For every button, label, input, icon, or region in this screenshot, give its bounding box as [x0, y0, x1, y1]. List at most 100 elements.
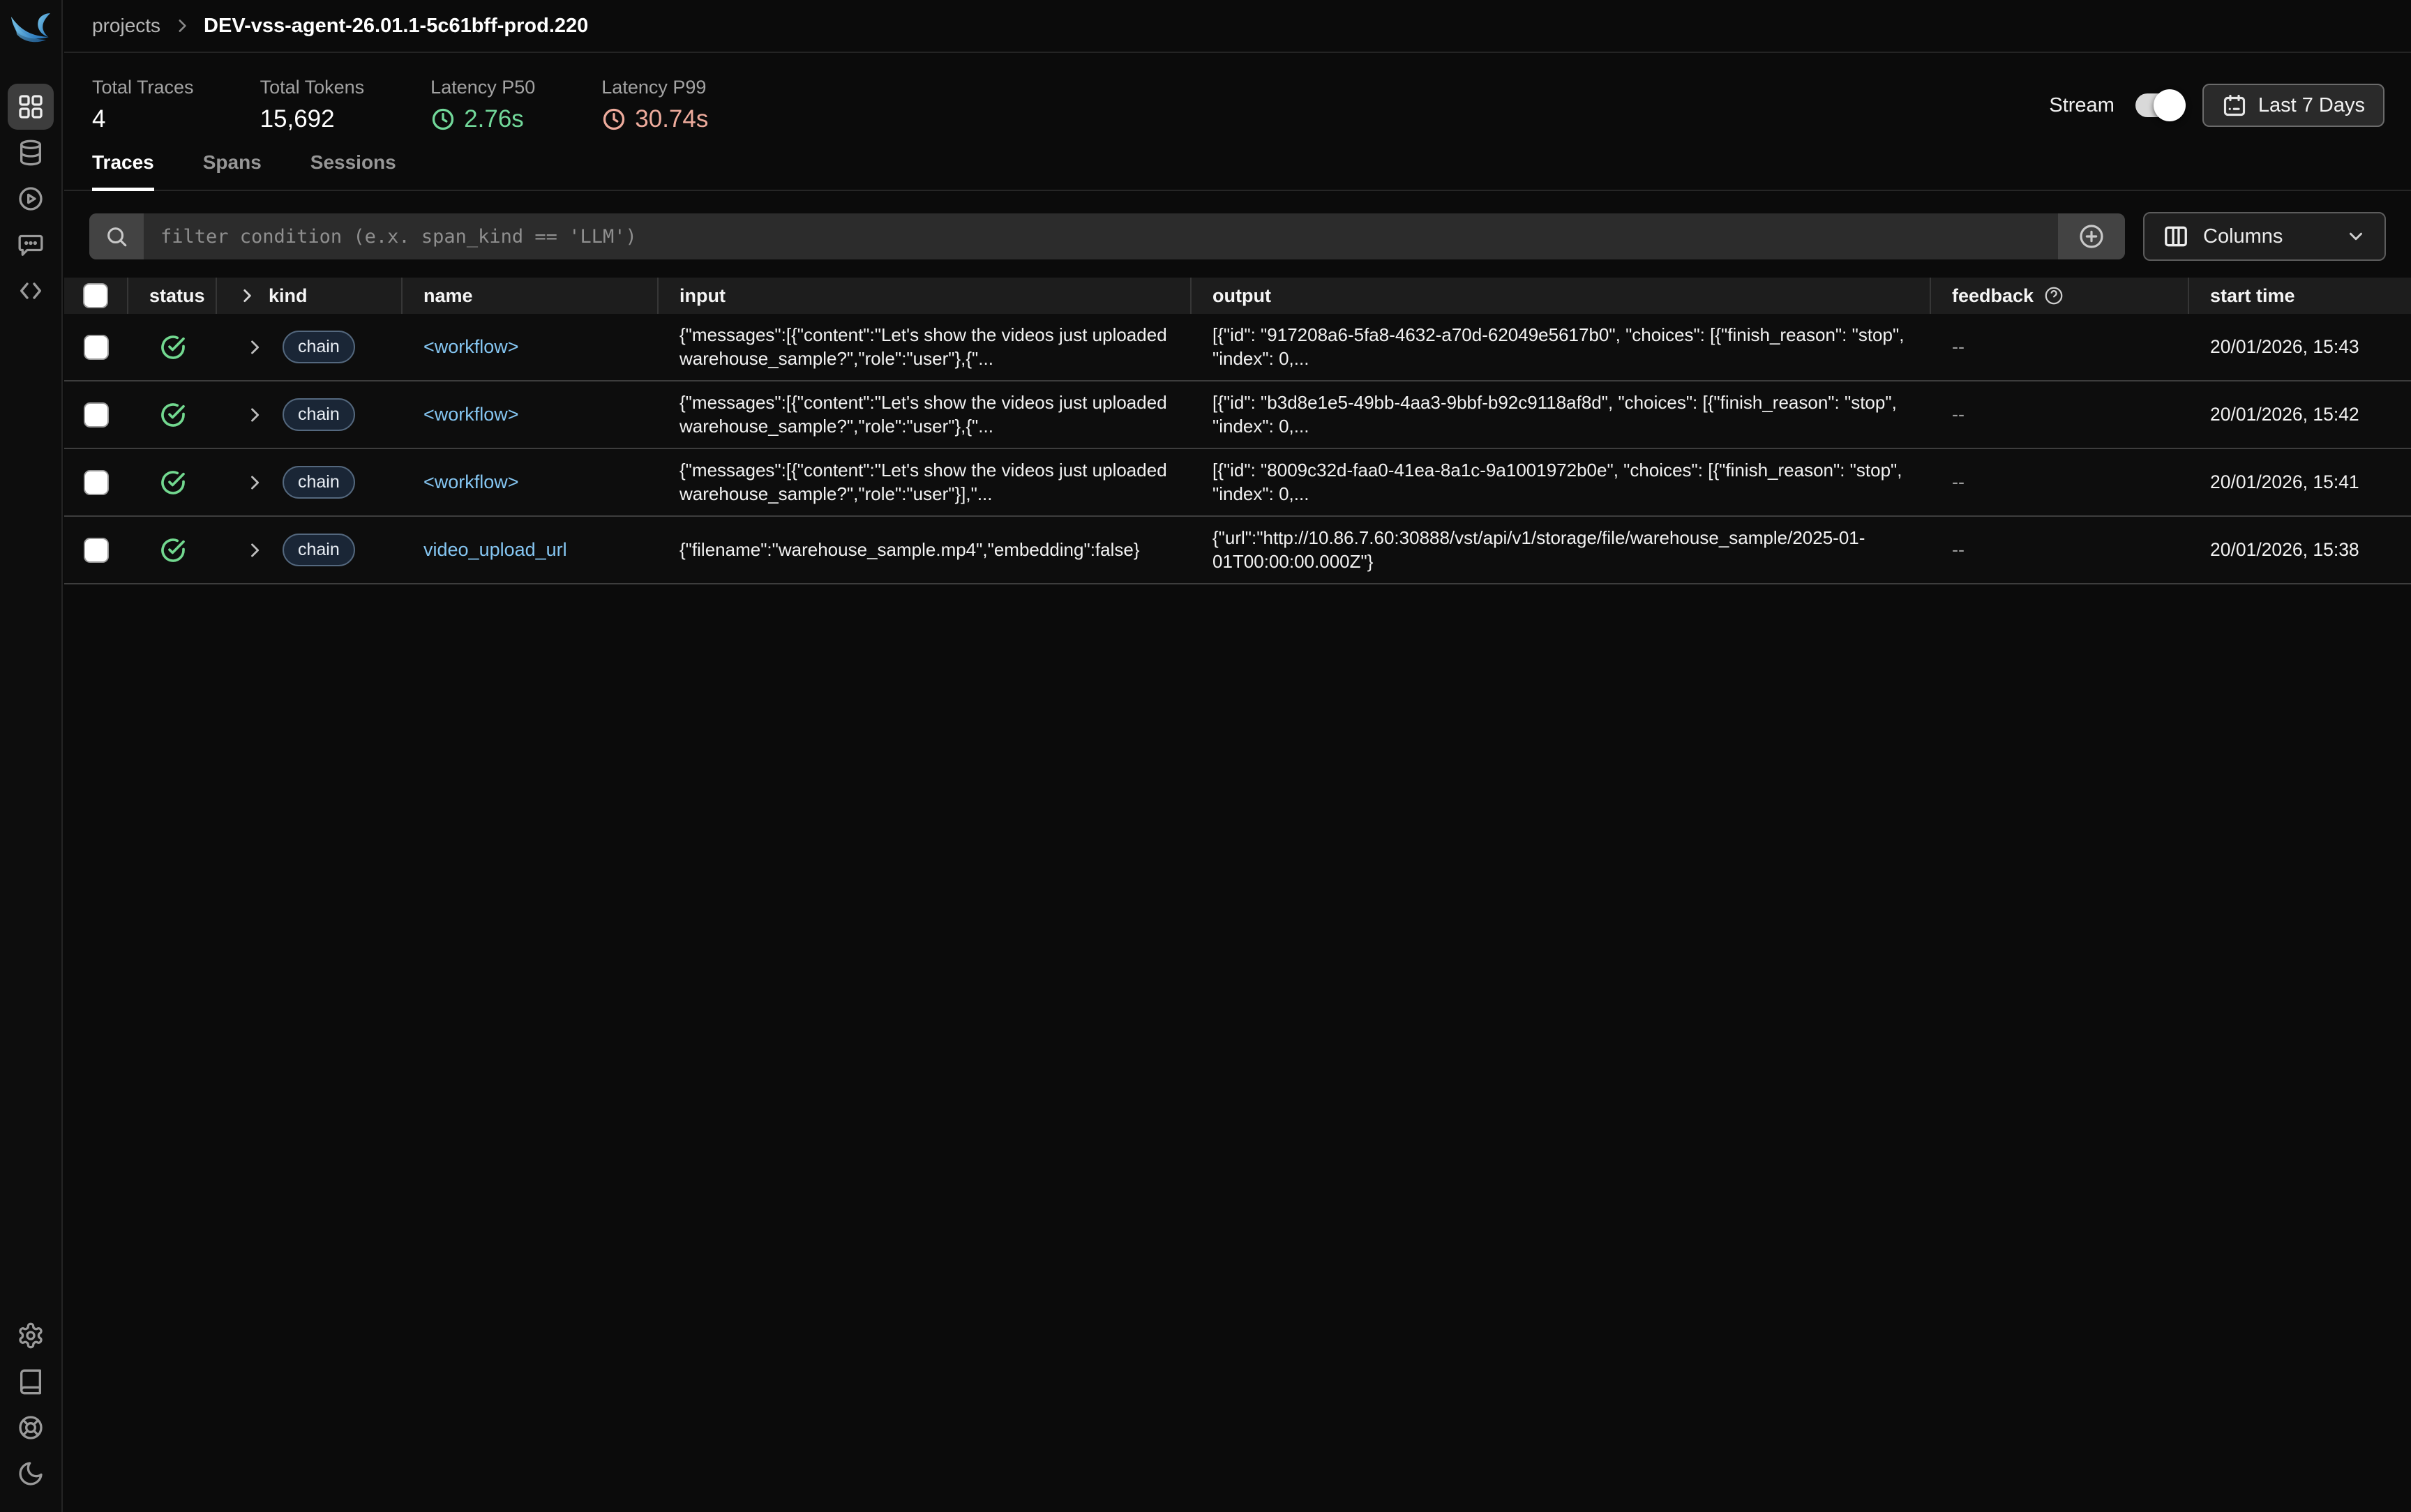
sidebar-item-docs[interactable]: [8, 1359, 54, 1405]
database-icon: [17, 139, 45, 167]
expand-row-icon[interactable]: [245, 473, 264, 492]
chevron-right-icon: [238, 287, 256, 305]
table-row[interactable]: chain <workflow> {"messages":[{"content"…: [64, 381, 2411, 449]
latency-p50-value: 2.76s: [464, 105, 524, 133]
status-success-icon: [159, 401, 187, 429]
row-checkbox[interactable]: [84, 470, 109, 495]
column-header-feedback[interactable]: feedback: [1931, 278, 2189, 314]
traces-table: status kind name input output feedback s…: [64, 278, 2411, 584]
feedback-cell: --: [1931, 471, 2189, 493]
header-controls: Stream Last 7 Days: [2049, 84, 2384, 127]
question-circle-icon: [2043, 285, 2064, 306]
sidebar-nav: [8, 84, 54, 314]
feedback-cell: --: [1931, 404, 2189, 425]
expand-row-icon[interactable]: [245, 338, 264, 357]
sidebar-item-support[interactable]: [8, 1405, 54, 1451]
stat-total-tokens: Total Tokens 15,692: [260, 77, 365, 133]
toggle-knob: [2154, 89, 2186, 121]
tab-traces[interactable]: Traces: [92, 151, 154, 191]
columns-icon: [2163, 223, 2189, 250]
input-cell: {"filename":"warehouse_sample.mp4","embe…: [659, 538, 1192, 561]
table-row[interactable]: chain <workflow> {"messages":[{"content"…: [64, 314, 2411, 381]
stat-total-traces: Total Traces 4: [92, 77, 194, 133]
table-row[interactable]: chain <workflow> {"messages":[{"content"…: [64, 449, 2411, 517]
chevron-right-icon: [173, 17, 191, 35]
column-header-name[interactable]: name: [403, 278, 659, 314]
stat-label: Total Traces: [92, 77, 194, 98]
tab-bar: Traces Spans Sessions: [64, 151, 2411, 191]
stat-value: 15,692: [260, 105, 365, 133]
table-header: status kind name input output feedback s…: [64, 278, 2411, 314]
filter-search-cap: [89, 213, 144, 259]
sidebar-item-theme[interactable]: [8, 1451, 54, 1497]
feedback-cell: --: [1931, 539, 2189, 561]
output-cell: {"url":"http://10.86.7.60:30888/vst/api/…: [1192, 527, 1931, 573]
input-cell: {"messages":[{"content":"Let's show the …: [659, 324, 1192, 370]
column-header-status[interactable]: status: [128, 278, 217, 314]
latency-p99-value: 30.74s: [635, 105, 708, 133]
filter-condition-box: [89, 213, 2125, 259]
phoenix-bird-logo: [8, 8, 53, 53]
start-time-cell: 20/01/2026, 15:42: [2189, 404, 2411, 425]
stat-value: 30.74s: [601, 105, 708, 133]
trace-name-link[interactable]: <workflow>: [423, 336, 519, 357]
breadcrumb: projects DEV-vss-agent-26.01.1-5c61bff-p…: [64, 0, 2411, 53]
row-checkbox[interactable]: [84, 538, 109, 563]
code-icon: [17, 277, 45, 305]
sidebar-item-settings[interactable]: [8, 1313, 54, 1359]
plus-circle-icon: [2078, 222, 2105, 250]
column-header-input[interactable]: input: [659, 278, 1192, 314]
filter-condition-input[interactable]: [144, 213, 2058, 259]
status-success-icon: [159, 536, 187, 564]
row-checkbox[interactable]: [84, 335, 109, 360]
stat-value: 2.76s: [430, 105, 535, 133]
main-content: projects DEV-vss-agent-26.01.1-5c61bff-p…: [64, 0, 2411, 584]
gear-icon: [17, 1322, 45, 1350]
columns-button[interactable]: Columns: [2143, 212, 2386, 261]
stream-toggle[interactable]: [2135, 93, 2181, 117]
output-cell: [{"id": "b3d8e1e5-49bb-4aa3-9bbf-b92c911…: [1192, 391, 1931, 438]
expand-row-icon[interactable]: [245, 405, 264, 425]
chat-icon: [17, 231, 45, 259]
trace-name-link[interactable]: <workflow>: [423, 471, 519, 492]
row-checkbox[interactable]: [84, 402, 109, 428]
column-header-start-time[interactable]: start time: [2189, 278, 2411, 314]
table-row[interactable]: chain video_upload_url {"filename":"ware…: [64, 517, 2411, 584]
column-header-kind[interactable]: kind: [217, 278, 403, 314]
breadcrumb-projects-link[interactable]: projects: [92, 15, 160, 37]
sidebar-item-apis[interactable]: [8, 268, 54, 314]
moon-icon: [17, 1460, 45, 1488]
status-success-icon: [159, 333, 187, 361]
life-ring-icon: [17, 1414, 45, 1442]
trace-name-link[interactable]: <workflow>: [423, 404, 519, 425]
date-range-button[interactable]: Last 7 Days: [2202, 84, 2384, 127]
kind-badge: chain: [283, 331, 355, 363]
stat-label: Total Tokens: [260, 77, 365, 98]
select-all-checkbox[interactable]: [83, 283, 108, 308]
feedback-cell: --: [1931, 336, 2189, 358]
chevron-down-icon: [2345, 226, 2366, 247]
date-range-label: Last 7 Days: [2258, 94, 2365, 117]
grid-icon: [17, 93, 45, 121]
sidebar-item-projects[interactable]: [8, 84, 54, 130]
input-cell: {"messages":[{"content":"Let's show the …: [659, 459, 1192, 506]
sidebar-item-playground[interactable]: [8, 176, 54, 222]
column-header-output[interactable]: output: [1192, 278, 1931, 314]
clock-icon: [601, 107, 626, 132]
output-cell: [{"id": "917208a6-5fa8-4632-a70d-62049e5…: [1192, 324, 1931, 370]
tab-spans[interactable]: Spans: [203, 151, 262, 191]
trace-name-link[interactable]: video_upload_url: [423, 539, 567, 560]
sidebar-item-datasets[interactable]: [8, 130, 54, 176]
book-icon: [17, 1368, 45, 1396]
filter-row: Columns: [89, 212, 2386, 261]
input-cell: {"messages":[{"content":"Let's show the …: [659, 391, 1192, 438]
columns-button-label: Columns: [2203, 225, 2283, 248]
expand-row-icon[interactable]: [245, 540, 264, 560]
add-filter-cap[interactable]: [2058, 213, 2125, 259]
search-icon: [105, 225, 128, 248]
kind-badge: chain: [283, 398, 355, 431]
sidebar-item-prompts[interactable]: [8, 222, 54, 268]
start-time-cell: 20/01/2026, 15:41: [2189, 471, 2411, 493]
tab-sessions[interactable]: Sessions: [310, 151, 396, 191]
sidebar-bottom-nav: [8, 1313, 54, 1497]
